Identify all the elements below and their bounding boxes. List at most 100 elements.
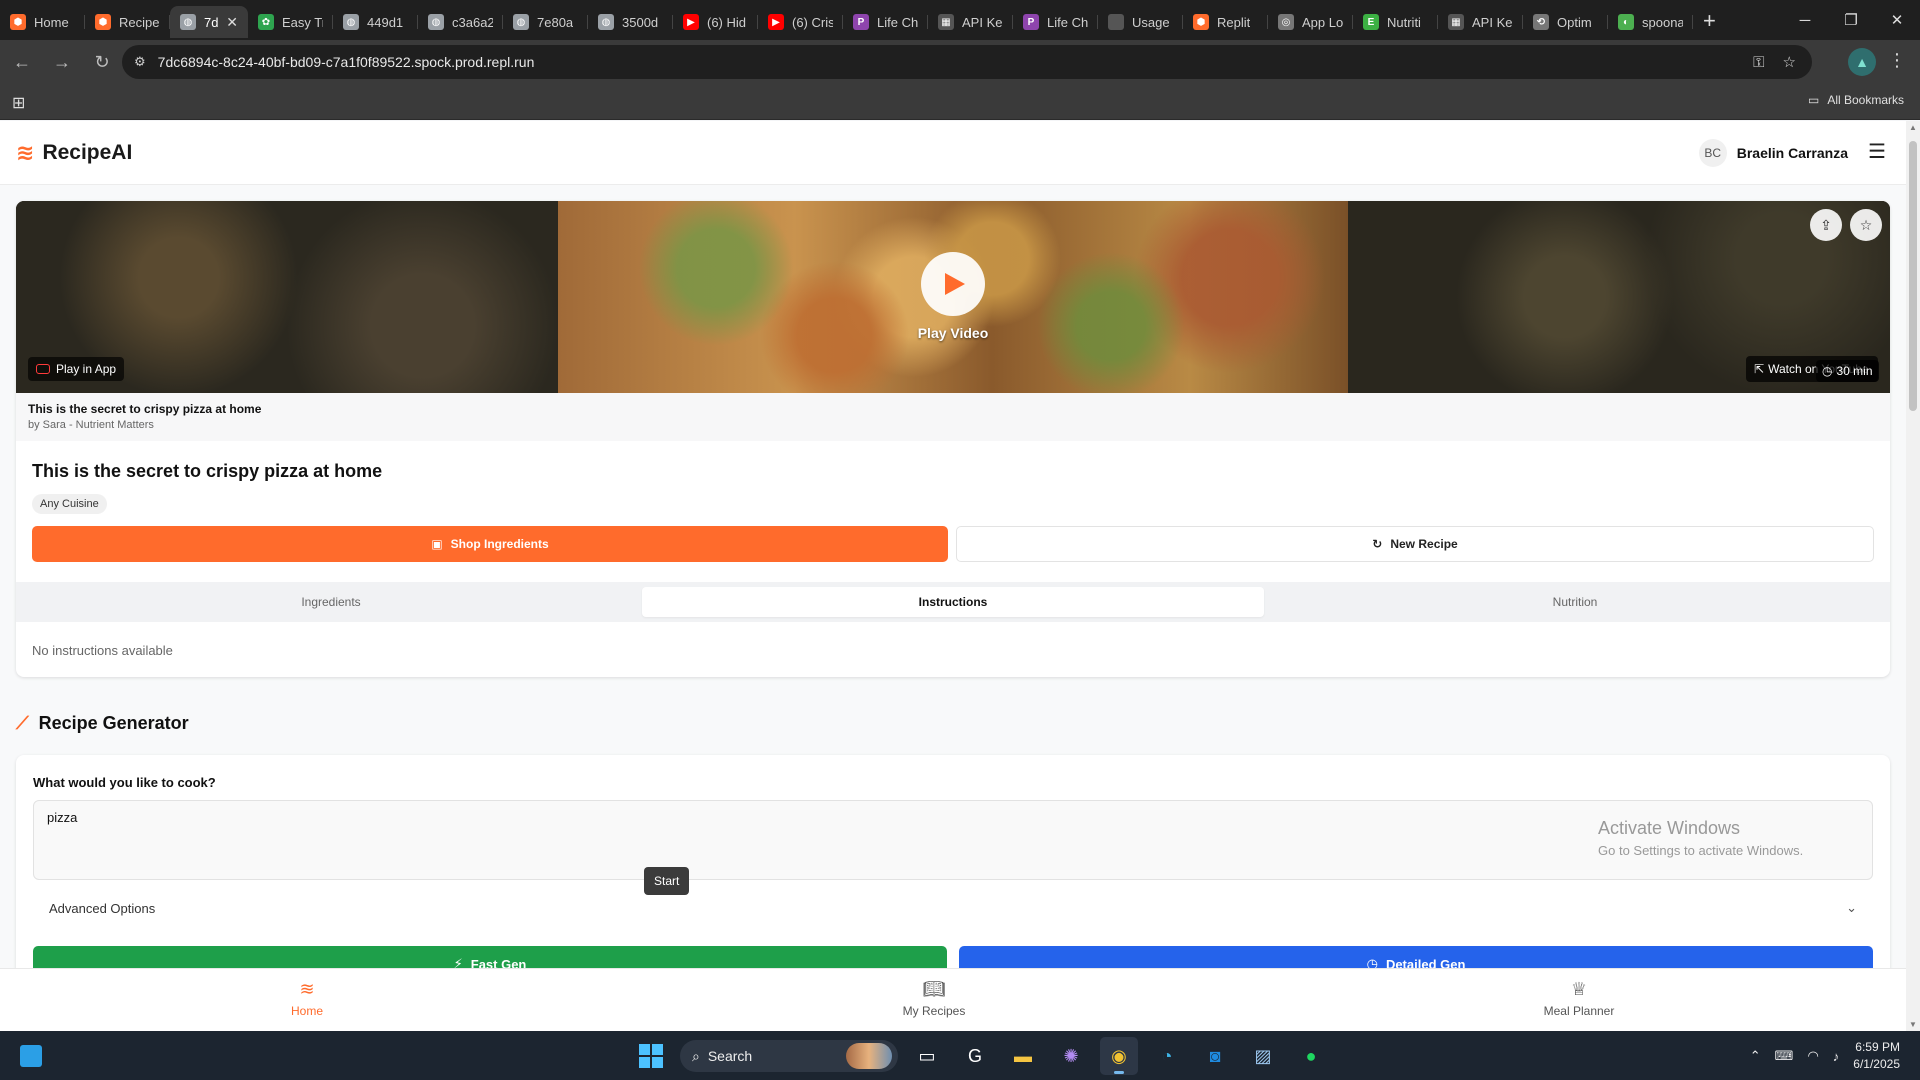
browser-tab[interactable]: ◍ 449d1: [333, 6, 418, 38]
bookmark-star-icon[interactable]: ☆: [1783, 53, 1796, 71]
browser-tab[interactable]: E Nutriti: [1353, 6, 1438, 38]
clock[interactable]: 6:59 PM 6/1/2025: [1853, 1039, 1900, 1073]
recipe-site-icon: ✿: [258, 14, 274, 30]
hamburger-menu-icon[interactable]: ☰: [1868, 139, 1886, 164]
share-icon[interactable]: ⇪: [1810, 209, 1842, 241]
tab-label: Easy Tr: [282, 14, 323, 30]
play-in-app-button[interactable]: Play in App: [28, 357, 125, 381]
recipe-title: This is the secret to crispy pizza at ho…: [32, 461, 383, 481]
flag-icon: ▦: [938, 14, 954, 30]
magic-wand-icon: ⟋: [16, 713, 29, 733]
close-tab-icon[interactable]: ✕: [226, 14, 238, 31]
browser-tab[interactable]: P Life Ch: [843, 6, 928, 38]
browser-tab[interactable]: ▦ API Ke: [1438, 6, 1523, 38]
spotify-icon[interactable]: ●: [1292, 1037, 1330, 1075]
recipe-tabs: Ingredients Instructions Nutrition: [16, 582, 1890, 622]
scrollbar-thumb[interactable]: [1909, 141, 1917, 411]
profile-extension-icon[interactable]: ▲: [1848, 48, 1876, 76]
clock-icon: ◷: [1822, 364, 1833, 378]
browser-tab[interactable]: ▶ (6) Hid: [673, 6, 758, 38]
browser-tab[interactable]: Usage: [1098, 6, 1183, 38]
page-scrollbar[interactable]: ▲ ▼: [1906, 121, 1920, 1031]
browser-tab[interactable]: ▦ API Ke: [928, 6, 1013, 38]
wifi-icon[interactable]: ◠: [1807, 1048, 1818, 1064]
avatar: BC: [1698, 139, 1727, 167]
blank-icon: [1108, 14, 1124, 30]
restore-icon[interactable]: ❐: [1828, 0, 1874, 40]
browser-tab[interactable]: ◍ 7e80a: [503, 6, 588, 38]
browser-tab[interactable]: ⬢ Home: [0, 6, 85, 38]
shop-ingredients-label: Shop Ingredients: [450, 537, 549, 551]
browser-tab[interactable]: ◍ 7d ✕: [170, 6, 248, 38]
tab-nutrition[interactable]: Nutrition: [1264, 587, 1886, 617]
advanced-options-toggle[interactable]: Advanced Options ⌄: [33, 888, 1873, 928]
edge-icon[interactable]: ◔: [1148, 1037, 1186, 1075]
copilot-icon[interactable]: ✺: [1052, 1037, 1090, 1075]
url-field[interactable]: ⚙ 7dc6894c-8c24-40bf-bd09-c7a1f0f89522.s…: [122, 45, 1812, 79]
globe-icon: ◍: [180, 14, 196, 30]
scroll-up-icon[interactable]: ▲: [1906, 123, 1920, 132]
scroll-down-icon[interactable]: ▼: [1906, 1020, 1920, 1029]
browser-tab[interactable]: ⬢ Recipe: [85, 6, 170, 38]
browser-tab[interactable]: ◍ 3500d: [588, 6, 673, 38]
back-icon[interactable]: ←: [4, 44, 40, 80]
file-explorer-icon[interactable]: ▬: [1004, 1037, 1042, 1075]
keyboard-icon[interactable]: ⌨: [1775, 1048, 1794, 1064]
cook-input[interactable]: pizza: [33, 800, 1873, 880]
nav-meal-planner[interactable]: ♕ Meal Planner: [1519, 979, 1639, 1018]
browser-tab[interactable]: ▶ (6) Cris: [758, 6, 843, 38]
minimize-icon[interactable]: ─: [1782, 0, 1828, 40]
widgets-icon[interactable]: [20, 1045, 42, 1067]
nav-my-recipes[interactable]: 📖︎ My Recipes: [874, 979, 994, 1018]
browser-tab[interactable]: ✿ Easy Tr: [248, 6, 333, 38]
browser-tab[interactable]: ◍ c3a6a2: [418, 6, 503, 38]
task-view-icon[interactable]: ▭: [908, 1037, 946, 1075]
tab-label: Nutriti: [1387, 14, 1421, 30]
taskbar-search[interactable]: ⌕ Search: [680, 1040, 898, 1072]
nav-home[interactable]: ≋ Home: [247, 979, 367, 1018]
browser-tab[interactable]: ◎ App Lo: [1268, 6, 1353, 38]
new-recipe-button[interactable]: ↻ New Recipe: [956, 526, 1874, 562]
logitech-icon[interactable]: G: [956, 1037, 994, 1075]
favorite-star-icon[interactable]: ☆: [1850, 209, 1882, 241]
new-recipe-label: New Recipe: [1390, 537, 1458, 551]
apps-grid-icon[interactable]: ⊞: [12, 93, 25, 113]
outlook-icon[interactable]: ◙: [1196, 1037, 1234, 1075]
video-player[interactable]: Play Video ⇪ ☆ Play in App ⇱ Watch on Yo…: [16, 201, 1890, 393]
browser-tab[interactable]: ◐ spoona: [1608, 6, 1693, 38]
chrome-icon[interactable]: ◉: [1100, 1037, 1138, 1075]
close-window-icon[interactable]: ✕: [1874, 0, 1920, 40]
video-author: by Sara - Nutrient Matters: [28, 419, 154, 431]
tab-label: Replit: [1217, 14, 1251, 30]
taskbar-search-label: Search: [707, 1048, 753, 1064]
forward-icon[interactable]: →: [44, 44, 80, 80]
tab-label: 7d: [204, 14, 219, 30]
browser-tab[interactable]: ⟲ Optim: [1523, 6, 1608, 38]
spoonacular-icon: ◐: [1618, 14, 1634, 30]
photos-icon[interactable]: ▨: [1244, 1037, 1282, 1075]
windows-start-icon[interactable]: [632, 1037, 670, 1075]
shop-ingredients-button[interactable]: ▣ Shop Ingredients: [32, 526, 948, 562]
volume-icon[interactable]: ♪: [1833, 1049, 1840, 1064]
password-key-icon[interactable]: ⚿: [1753, 54, 1764, 71]
browser-tab[interactable]: ⬢ Replit: [1183, 6, 1268, 38]
replit-icon: ⬢: [1193, 14, 1209, 30]
browser-tab[interactable]: P Life Ch: [1013, 6, 1098, 38]
tray-chevron-icon[interactable]: ⌃: [1750, 1048, 1761, 1064]
new-tab-button[interactable]: +: [1693, 8, 1726, 34]
user-menu[interactable]: BC Braelin Carranza: [1698, 139, 1848, 167]
site-info-icon[interactable]: ⚙: [134, 54, 146, 70]
taskbar-center: ⌕ Search ▭ G ▬ ✺ ◉ ◔ ◙ ▨ ●: [632, 1036, 1330, 1076]
globe-icon: ◍: [428, 14, 444, 30]
reload-icon[interactable]: ↻: [84, 44, 120, 80]
tab-ingredients[interactable]: Ingredients: [20, 587, 642, 617]
tab-label: 7e80a: [537, 14, 574, 30]
recipe-card: Play Video ⇪ ☆ Play in App ⇱ Watch on Yo…: [16, 201, 1890, 677]
brand-logo[interactable]: ≋ RecipeAI: [16, 141, 132, 165]
tab-instructions[interactable]: Instructions: [642, 587, 1264, 617]
replit-icon: ⬢: [10, 14, 26, 30]
play-video-button[interactable]: [921, 252, 985, 316]
browser-menu-icon[interactable]: ⋮: [1888, 50, 1906, 71]
all-bookmarks-button[interactable]: ▭ All Bookmarks: [1808, 93, 1904, 107]
tab-label: Life Ch: [1047, 14, 1088, 30]
